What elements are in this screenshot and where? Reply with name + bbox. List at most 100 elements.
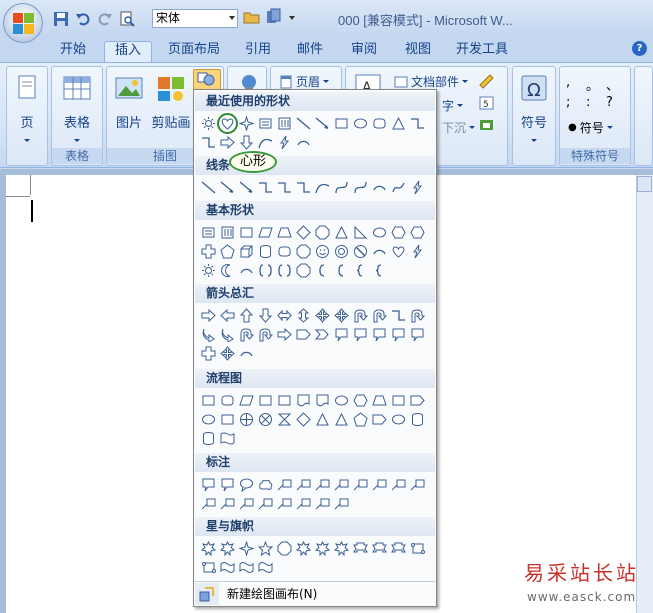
tab-insert[interactable]: 插入 — [104, 41, 152, 62]
ruler-toggle-icon[interactable] — [637, 176, 652, 192]
banner-shape-icon[interactable] — [370, 539, 389, 558]
curve-shape-icon[interactable] — [256, 133, 275, 152]
doc-shape-icon[interactable] — [294, 391, 313, 410]
callout-shape-icon[interactable] — [408, 325, 427, 344]
arc-shape-icon[interactable] — [294, 133, 313, 152]
lcallout-shape-icon[interactable] — [237, 494, 256, 513]
tab-page-layout[interactable]: 页面布局 — [164, 41, 224, 62]
uturn-shape-icon[interactable] — [351, 306, 370, 325]
para-shape-icon[interactable] — [237, 391, 256, 410]
scurve-shape-icon[interactable] — [351, 178, 370, 197]
special-char[interactable]: 、 — [606, 75, 626, 95]
oval-shape-icon[interactable] — [370, 223, 389, 242]
wordart-button[interactable]: 字 — [442, 97, 464, 114]
uturn-shape-icon[interactable] — [370, 306, 389, 325]
lcallout-shape-icon[interactable] — [408, 475, 427, 494]
wave-shape-icon[interactable] — [256, 558, 275, 577]
star5-shape-icon[interactable] — [256, 539, 275, 558]
new-drawing-canvas-item[interactable]: 新建绘图画布(N) — [195, 581, 435, 605]
rect-shape-icon[interactable] — [199, 391, 218, 410]
arrowline-shape-icon[interactable] — [218, 178, 237, 197]
dbracket-shape-icon[interactable] — [256, 261, 275, 280]
arc-shape-icon[interactable] — [237, 261, 256, 280]
elbow-shape-icon[interactable] — [408, 114, 427, 133]
arrL-shape-icon[interactable] — [218, 306, 237, 325]
dbracket-shape-icon[interactable] — [275, 261, 294, 280]
rrect-shape-icon[interactable] — [218, 391, 237, 410]
oval-shape-icon[interactable] — [351, 114, 370, 133]
rect-shape-icon[interactable] — [237, 223, 256, 242]
line-shape-icon[interactable] — [199, 178, 218, 197]
bolt-shape-icon[interactable] — [408, 178, 427, 197]
callout-shape-icon[interactable] — [351, 325, 370, 344]
para-shape-icon[interactable] — [256, 223, 275, 242]
scroll-shape-icon[interactable] — [408, 539, 427, 558]
arrR-shape-icon[interactable] — [218, 133, 237, 152]
banner-shape-icon[interactable] — [351, 539, 370, 558]
callout-shape-icon[interactable] — [389, 325, 408, 344]
diamond-shape-icon[interactable] — [294, 410, 313, 429]
lcallout-shape-icon[interactable] — [294, 475, 313, 494]
oval-shape-icon[interactable] — [199, 410, 218, 429]
tri-shape-icon[interactable] — [313, 410, 332, 429]
arrR-shape-icon[interactable] — [275, 325, 294, 344]
print-preview-icon[interactable] — [118, 10, 136, 28]
tab-view[interactable]: 视图 — [398, 41, 438, 62]
tab-review[interactable]: 审阅 — [344, 41, 384, 62]
arrU-shape-icon[interactable] — [237, 306, 256, 325]
burst-shape-icon[interactable] — [218, 539, 237, 558]
rrect-shape-icon[interactable] — [370, 114, 389, 133]
lcallout-shape-icon[interactable] — [275, 475, 294, 494]
shapes-button[interactable] — [193, 69, 221, 91]
burst-shape-icon[interactable] — [199, 539, 218, 558]
curve-shape-icon[interactable] — [313, 178, 332, 197]
pent-shape-icon[interactable] — [370, 410, 389, 429]
header-button[interactable]: 页眉 — [279, 73, 330, 90]
can-shape-icon[interactable] — [256, 242, 275, 261]
dropcap-button[interactable]: 下沉 — [442, 119, 476, 136]
arc-shape-icon[interactable] — [370, 178, 389, 197]
vtext-shape-icon[interactable] — [218, 223, 237, 242]
rect-shape-icon[interactable] — [256, 391, 275, 410]
lcallout-shape-icon[interactable] — [256, 494, 275, 513]
symbol-button[interactable]: Ω 符号 — [517, 73, 551, 146]
arrLR-shape-icon[interactable] — [275, 306, 294, 325]
signature-line-icon[interactable] — [478, 73, 496, 89]
octa-shape-icon[interactable] — [313, 223, 332, 242]
wave-shape-icon[interactable] — [237, 558, 256, 577]
chev-shape-icon[interactable] — [313, 325, 332, 344]
orj-shape-icon[interactable] — [237, 410, 256, 429]
bolt-shape-icon[interactable] — [408, 242, 427, 261]
tri-shape-icon[interactable] — [332, 410, 351, 429]
elbow-shape-icon[interactable] — [256, 178, 275, 197]
cube-shape-icon[interactable] — [237, 242, 256, 261]
lcallout-shape-icon[interactable] — [294, 494, 313, 513]
penta-shape-icon[interactable] — [218, 242, 237, 261]
scurve-shape-icon[interactable] — [332, 178, 351, 197]
octa-shape-icon[interactable] — [294, 242, 313, 261]
banner-shape-icon[interactable] — [389, 539, 408, 558]
sun-shape-icon[interactable] — [199, 114, 218, 133]
nosym-shape-icon[interactable] — [351, 242, 370, 261]
tab-references[interactable]: 引用 — [238, 41, 278, 62]
sum-shape-icon[interactable] — [256, 410, 275, 429]
lcallout-shape-icon[interactable] — [313, 494, 332, 513]
heart-shape-icon[interactable] — [217, 113, 238, 134]
redo-icon[interactable] — [96, 10, 114, 28]
lcallout-shape-icon[interactable] — [370, 475, 389, 494]
rect-shape-icon[interactable] — [332, 114, 351, 133]
lcallout-shape-icon[interactable] — [313, 475, 332, 494]
rtri-shape-icon[interactable] — [351, 223, 370, 242]
rrect-shape-icon[interactable] — [275, 242, 294, 261]
quick-parts-button[interactable]: 文档部件 — [394, 73, 469, 90]
object-icon[interactable] — [478, 117, 496, 133]
oval-shape-icon[interactable] — [389, 410, 408, 429]
tape-shape-icon[interactable] — [218, 429, 237, 448]
donut-shape-icon[interactable] — [332, 242, 351, 261]
arrR-shape-icon[interactable] — [199, 306, 218, 325]
moon-shape-icon[interactable] — [218, 261, 237, 280]
vtext-shape-icon[interactable] — [275, 114, 294, 133]
hexa-shape-icon[interactable] — [408, 223, 427, 242]
date-time-icon[interactable]: 5 — [478, 95, 496, 111]
special-char[interactable]: : — [586, 95, 606, 115]
